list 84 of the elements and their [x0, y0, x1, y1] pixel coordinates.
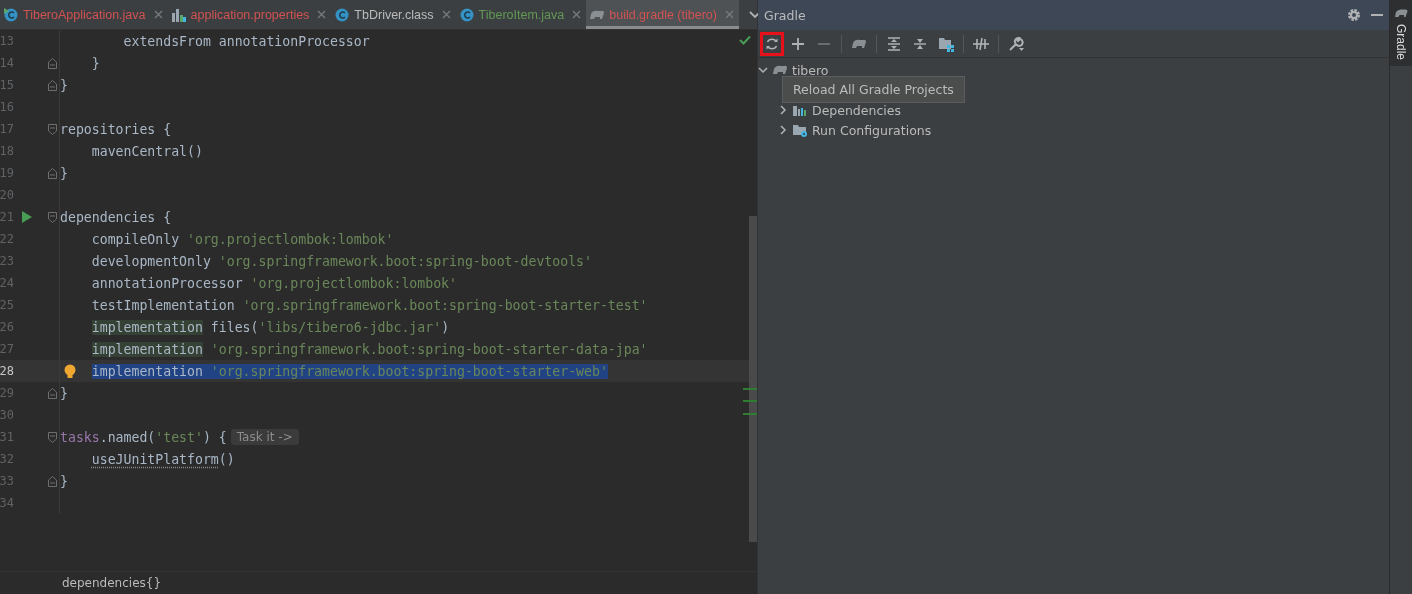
tool-window-button[interactable]: Gradle: [1390, 0, 1412, 67]
fold-icon[interactable]: [48, 387, 57, 399]
code-text: testImplementation 'org.springframework.boot:spring-boot-starter-test': [90, 297, 648, 313]
line-number: 16: [0, 100, 14, 114]
line-number: 21: [0, 210, 14, 224]
line-number: 30: [0, 408, 14, 422]
close-icon: [153, 10, 163, 19]
code-text: implementation files('libs/tibero6-jdbc.jar'): [90, 319, 450, 335]
line-number: 23: [0, 254, 14, 268]
class-file-icon: [334, 6, 351, 23]
code-text: implementation 'org.springframework.boot:spring-boot-starter-web': [90, 363, 608, 379]
chevron-down-icon[interactable]: [748, 10, 761, 19]
line-number: 26: [0, 320, 14, 334]
fold-icon[interactable]: [48, 123, 57, 135]
line-number: 32: [0, 452, 14, 466]
properties-file-icon: [170, 6, 187, 23]
lightbulb-icon[interactable]: [64, 364, 76, 379]
code-text: implementation 'org.springframework.boot:spring-boot-starter-data-jpa': [90, 341, 648, 357]
close-icon: [572, 10, 582, 19]
line-number: 14: [0, 56, 14, 70]
code-text: compileOnly 'org.projectlombok:lombok': [90, 231, 394, 247]
breadcrumb[interactable]: dependencies{}: [62, 576, 162, 590]
code-text: }: [60, 165, 68, 181]
close-icon: [317, 10, 327, 19]
fold-icon[interactable]: [48, 57, 57, 69]
class-run-icon: [3, 6, 19, 23]
refresh-icon: [765, 36, 779, 51]
line-number: 33: [0, 474, 14, 488]
tree-item[interactable]: Dependencies: [778, 100, 1389, 120]
code-text: mavenCentral(): [90, 143, 203, 159]
expand-all-icon: [887, 36, 901, 51]
line-number: 27: [0, 342, 14, 356]
panel-title: Gradle: [764, 7, 806, 23]
editor-tab[interactable]: TbDriver.class: [331, 0, 456, 29]
code-text: extendsFrom annotationProcessor: [122, 33, 370, 49]
fold-icon[interactable]: [48, 431, 57, 443]
line-number: 31: [0, 430, 14, 444]
inline-hint: Task it ->: [230, 429, 299, 445]
line-number: 34: [0, 496, 14, 510]
line-number: 25: [0, 298, 14, 312]
elephant-icon: [1394, 6, 1408, 20]
code-text: }: [60, 77, 68, 93]
collapse-all-icon: [913, 36, 927, 51]
code-text: }: [60, 385, 68, 401]
line-number: 20: [0, 188, 14, 202]
change-marker: [743, 413, 757, 415]
fold-icon[interactable]: [48, 167, 57, 179]
line-number: 17: [0, 122, 14, 136]
toolbar-button[interactable]: [760, 31, 784, 56]
code-text: dependencies {: [60, 209, 172, 225]
settings-icon[interactable]: [1347, 8, 1361, 22]
close-icon: [724, 10, 734, 19]
code-text: tasks.named('test') {: [60, 429, 227, 445]
line-number: 18: [0, 144, 14, 158]
fold-icon[interactable]: [48, 79, 57, 91]
line-number: 28: [0, 364, 14, 378]
plus-icon: [792, 37, 804, 50]
line-number: 29: [0, 386, 14, 400]
fold-icon[interactable]: [48, 211, 57, 223]
code-text: useJUnitPlatform(): [90, 451, 235, 467]
change-marker: [743, 388, 757, 390]
line-number: 24: [0, 276, 14, 290]
code-text: developmentOnly 'org.springframework.boot:spring-boot-devtools': [90, 253, 592, 269]
offline-mode-icon: [973, 36, 989, 51]
class-file-icon: [458, 6, 475, 23]
folder-grid-icon: [938, 35, 954, 52]
line-number: 22: [0, 232, 14, 246]
line-number: 15: [0, 78, 14, 92]
tooltip: Reload All Gradle Projects: [782, 76, 965, 103]
run-icon[interactable]: [22, 211, 32, 223]
editor-tab[interactable]: TiberoItem.java: [455, 0, 587, 29]
folder-gear-icon: [792, 122, 808, 138]
fold-icon[interactable]: [48, 475, 57, 487]
line-number: 19: [0, 166, 14, 180]
close-icon: [441, 10, 451, 19]
code-text: }: [60, 473, 68, 489]
code-text: repositories {: [60, 121, 172, 137]
tree-item[interactable]: Run Configurations: [778, 120, 1389, 140]
code-text: }: [90, 55, 100, 71]
check-icon: [739, 35, 751, 45]
change-marker: [743, 400, 757, 402]
line-number: 13: [0, 34, 14, 48]
code-text: annotationProcessor 'org.projectlombok:lombok': [90, 275, 457, 291]
chevron-down-icon: [758, 65, 768, 75]
